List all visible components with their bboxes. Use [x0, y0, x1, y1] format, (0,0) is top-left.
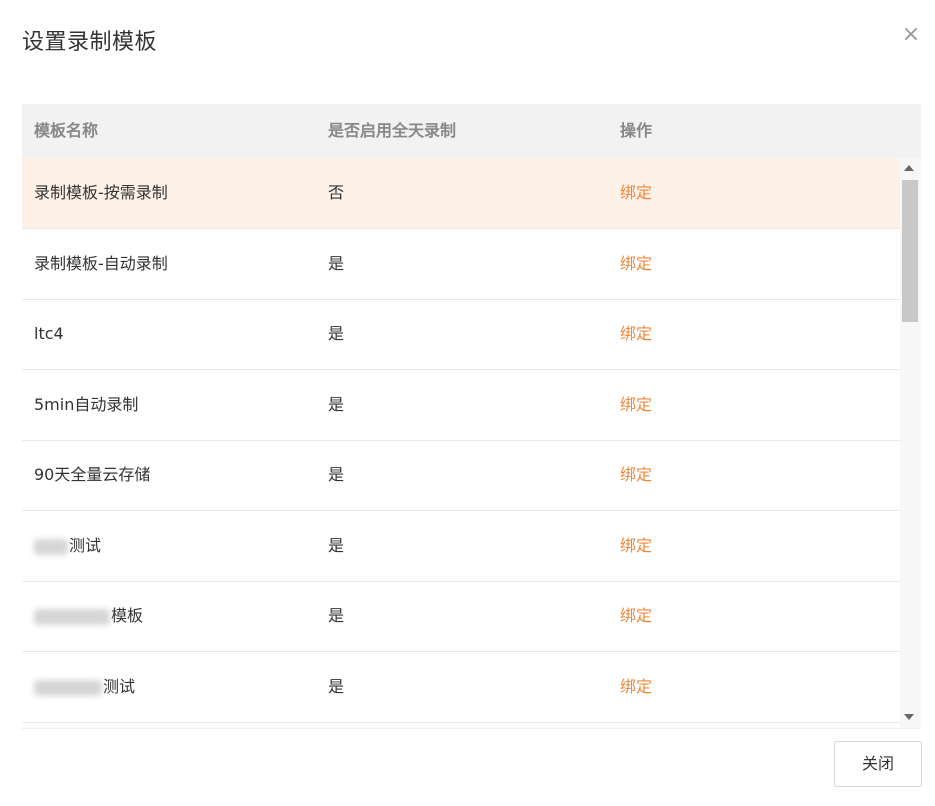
column-header-name: 模板名称	[34, 121, 99, 140]
template-name-cell: 测试	[34, 511, 101, 581]
bind-link[interactable]: 绑定	[620, 511, 652, 581]
redacted-text	[34, 679, 102, 696]
template-name: 5min自动录制	[34, 395, 139, 414]
scroll-up-arrow-icon[interactable]	[904, 165, 914, 171]
all-day-value: 是	[328, 606, 345, 625]
close-button[interactable]: 关闭	[834, 741, 922, 787]
table-header: 模板名称 是否启用全天录制 操作	[22, 104, 921, 158]
table-row[interactable]: ltc4 是 绑定	[22, 299, 900, 370]
vertical-scrollbar[interactable]	[900, 158, 921, 728]
template-name: 录制模板-自动录制	[34, 254, 168, 273]
bind-link[interactable]: 绑定	[620, 581, 652, 651]
all-day-value: 是	[328, 536, 345, 555]
table-row[interactable]: 5min自动录制 是 绑定	[22, 370, 900, 441]
template-name: 录制模板-按需录制	[34, 183, 168, 202]
all-day-value: 是	[328, 395, 345, 414]
all-day-value: 是	[328, 677, 345, 696]
template-name: 测试	[103, 677, 136, 696]
redacted-text	[34, 538, 68, 555]
template-name-cell: 模板	[34, 581, 143, 651]
table-row[interactable]: 90天全量云存储 是 绑定	[22, 440, 900, 511]
all-day-value: 是	[328, 465, 345, 484]
template-name: 模板	[111, 606, 144, 625]
table-row[interactable]: 模板 是 绑定	[22, 581, 900, 652]
dialog-title: 设置录制模板	[22, 30, 158, 55]
redacted-text	[34, 608, 110, 625]
template-table: 模板名称 是否启用全天录制 操作 录制模板-按需录制 否 绑定 录制模板-自动录…	[22, 104, 921, 728]
template-name: 90天全量云存储	[34, 465, 151, 484]
table-row[interactable]: 测试 是 绑定	[22, 511, 900, 582]
table-row[interactable]: 录制模板-自动录制 是 绑定	[22, 229, 900, 300]
record-template-dialog: 设置录制模板 × 模板名称 是否启用全天录制 操作 录制模板-按需录制 否 绑定…	[0, 0, 935, 806]
footer-divider	[22, 728, 921, 729]
scroll-down-arrow-icon[interactable]	[904, 714, 914, 720]
table-body: 录制模板-按需录制 否 绑定 录制模板-自动录制 是 绑定 ltc4 是 绑定 …	[22, 158, 900, 728]
template-name: ltc4	[34, 324, 64, 343]
all-day-value: 否	[328, 183, 345, 202]
column-header-all-day: 是否启用全天录制	[328, 121, 457, 140]
bind-link[interactable]: 绑定	[620, 440, 652, 510]
bind-link[interactable]: 绑定	[620, 370, 652, 440]
bind-link[interactable]: 绑定	[620, 652, 652, 722]
bind-link[interactable]: 绑定	[620, 158, 652, 228]
template-name: 测试	[69, 536, 102, 555]
column-header-action: 操作	[620, 121, 653, 140]
scroll-thumb[interactable]	[902, 180, 918, 322]
table-row[interactable]: 测试 是 绑定	[22, 652, 900, 723]
template-name-cell: 测试	[34, 652, 135, 722]
bind-link[interactable]: 绑定	[620, 229, 652, 299]
table-row[interactable]: 录制模板-按需录制 否 绑定	[22, 158, 900, 229]
bind-link[interactable]: 绑定	[620, 299, 652, 369]
all-day-value: 是	[328, 254, 345, 273]
close-icon[interactable]: ×	[900, 24, 922, 46]
all-day-value: 是	[328, 324, 345, 343]
